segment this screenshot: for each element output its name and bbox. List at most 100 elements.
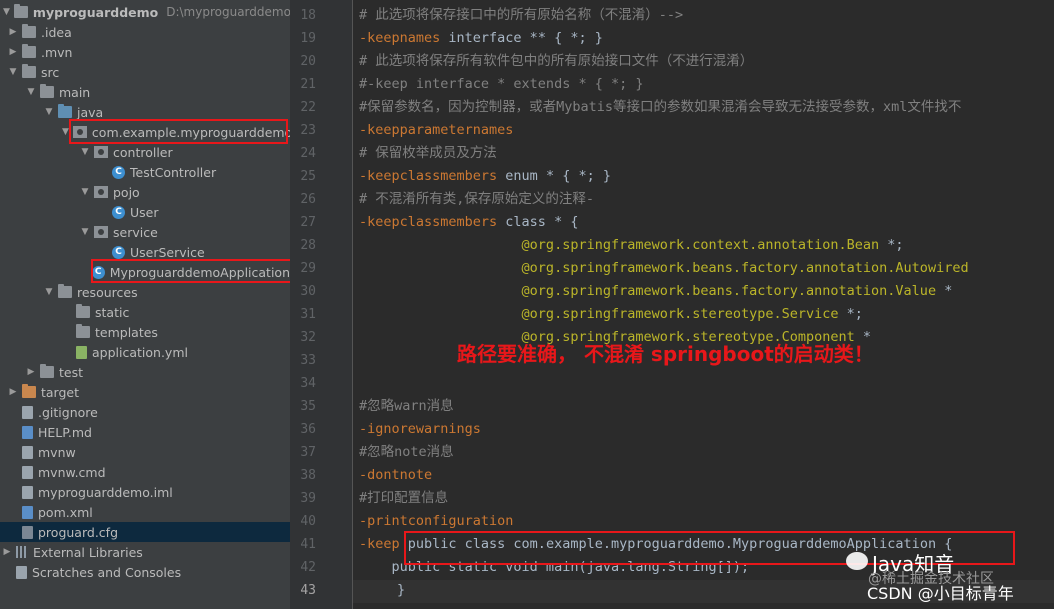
code-line[interactable]: #打印配置信息 [359,487,448,510]
code-text: # 此选项将保存接口中的所有原始名称（不混淆）--> [359,7,684,23]
tree-item[interactable]: myproguarddemo.iml [0,482,290,502]
class-icon: C [112,245,125,259]
tree-item-label: TestController [130,164,217,180]
chevron-right-icon[interactable]: ▶ [8,387,18,397]
code-line[interactable]: @org.springframework.stereotype.Service … [359,303,863,326]
chevron-down-icon[interactable]: ▼ [44,287,54,297]
config-file-icon [22,525,33,539]
folder-icon [22,44,36,58]
chevron-down-icon[interactable]: ▼ [26,87,36,97]
tree-item[interactable]: C TestController [0,162,290,182]
tree-item[interactable]: C User [0,202,290,222]
line-number: 28 [300,238,316,253]
code-line[interactable]: -keepclassmembers enum * { *; } [359,165,611,188]
folder-icon [40,84,54,98]
scratches-icon [16,565,27,579]
tree-item[interactable]: static [0,302,290,322]
code-token: * [936,283,953,299]
line-number: 24 [300,146,316,161]
tree-item[interactable]: ▶ target [0,382,290,402]
code-line[interactable]: #保留参数名，因为控制器，或者Mybatis等接口的参数如果混淆会导致无法接受参… [359,96,961,119]
chevron-right-icon[interactable]: ▶ [26,367,36,377]
tree-item[interactable]: ▶ .mvn [0,42,290,62]
tree-item[interactable]: templates [0,322,290,342]
code-line[interactable]: # 此选项将保存所有软件包中的所有原始接口文件（不进行混淆） [359,50,753,73]
chevron-down-icon[interactable]: ▼ [80,187,90,197]
chevron-down-icon[interactable]: ▼ [3,7,10,17]
tree-item[interactable]: mvnw [0,442,290,462]
tree-item[interactable]: ▼ main [0,82,290,102]
chevron-down-icon[interactable]: ▼ [62,127,69,137]
chevron-down-icon[interactable]: ▼ [80,147,90,157]
tree-item[interactable]: ▼ src [0,62,290,82]
folder-icon [76,304,90,318]
code-line[interactable]: # 保留枚举成员及方法 [359,142,497,165]
code-line[interactable]: -ignorewarnings [359,418,481,441]
tree-item[interactable]: proguard.cfg [0,522,290,542]
file-icon [22,465,33,479]
code-text: #忽略note消息 [359,444,454,460]
chevron-down-icon[interactable]: ▼ [44,107,54,117]
code-editor[interactable]: # 此选项将保存接口中的所有原始名称（不混淆）--> -keepnames int… [353,0,1054,609]
code-line[interactable]: -dontnote [359,464,432,487]
tree-item[interactable]: ▼ pojo [0,182,290,202]
tree-item[interactable]: ▶ .idea [0,22,290,42]
folder-icon [58,284,72,298]
tree-item[interactable]: ▶ External Libraries [0,542,290,562]
code-line[interactable]: #-keep interface * extends * { *; } [359,73,643,96]
line-number: 38 [300,468,316,483]
code-line[interactable]: -printconfiguration [359,510,513,533]
code-line[interactable]: @org.springframework.beans.factory.annot… [359,257,969,280]
code-token: -ignorewarnings [359,421,481,437]
code-text: #忽略warn消息 [359,398,454,414]
tree-item-label: mvnw [38,444,76,460]
tree-item[interactable]: application.yml [0,342,290,362]
code-text: # 此选项将保存所有软件包中的所有原始接口文件（不进行混淆） [359,53,754,69]
code-line[interactable]: #忽略note消息 [359,441,454,464]
tree-item[interactable]: pom.xml [0,502,290,522]
tree-item[interactable]: ▼ controller [0,142,290,162]
project-tree-panel: ▼ myproguarddemo D:\myproguarddemo ▶ .ide… [0,0,290,609]
chevron-right-icon[interactable]: ▶ [8,27,18,37]
line-number: 22 [300,100,316,115]
tree-item[interactable]: ▶ test [0,362,290,382]
code-line[interactable]: } [359,579,405,602]
code-token: *; [838,306,863,322]
code-line[interactable]: -keepnames interface ** { *; } [359,27,603,50]
line-number: 42 [300,560,316,575]
tree-item[interactable]: HELP.md [0,422,290,442]
chevron-down-icon[interactable]: ▼ [8,67,18,77]
code-token: @org.springframework.beans.factory.annot… [359,260,969,276]
code-line[interactable]: # 此选项将保存接口中的所有原始名称（不混淆）--> [359,4,683,27]
file-icon [22,445,33,459]
excluded-folder-icon [22,384,36,398]
chevron-right-icon[interactable]: ▶ [8,47,18,57]
tree-item-label: Scratches and Consoles [32,564,182,580]
annotation-callout: 路径要准确， 不混淆 springboot的启动类！ [457,342,874,366]
code-line[interactable]: @org.springframework.beans.factory.annot… [359,280,953,303]
package-icon [94,186,108,198]
tree-item[interactable]: ▼ resources [0,282,290,302]
tree-item[interactable]: Scratches and Consoles [0,562,290,582]
code-line[interactable]: #忽略warn消息 [359,395,454,418]
chevron-right-icon[interactable]: ▶ [2,547,12,557]
tree-item[interactable]: .gitignore [0,402,290,422]
line-number: 36 [300,422,316,437]
code-line[interactable]: # 不混淆所有类,保存原始定义的注释- [359,188,594,211]
tree-item-label: templates [95,324,158,340]
code-line[interactable]: -keepclassmembers class * { [359,211,578,234]
tree-item-label: mvnw.cmd [38,464,106,480]
project-name: myproguarddemo [32,4,159,20]
code-line[interactable]: @org.springframework.context.annotation.… [359,234,904,257]
tree-item-label: application.yml [92,344,188,360]
application-highlight-box [91,259,290,283]
tree-item-label: resources [77,284,138,300]
chevron-down-icon[interactable]: ▼ [80,227,90,237]
code-token: interface ** { *; } [440,30,603,46]
code-token: -keepclassmembers [359,168,498,184]
code-line[interactable]: -keepparameternames [359,119,513,142]
tree-item[interactable]: mvnw.cmd [0,462,290,482]
project-root-row[interactable]: ▼ myproguarddemo D:\myproguarddemo [0,2,290,22]
tree-item[interactable]: ▼ service [0,222,290,242]
line-number: 18 [300,8,316,23]
